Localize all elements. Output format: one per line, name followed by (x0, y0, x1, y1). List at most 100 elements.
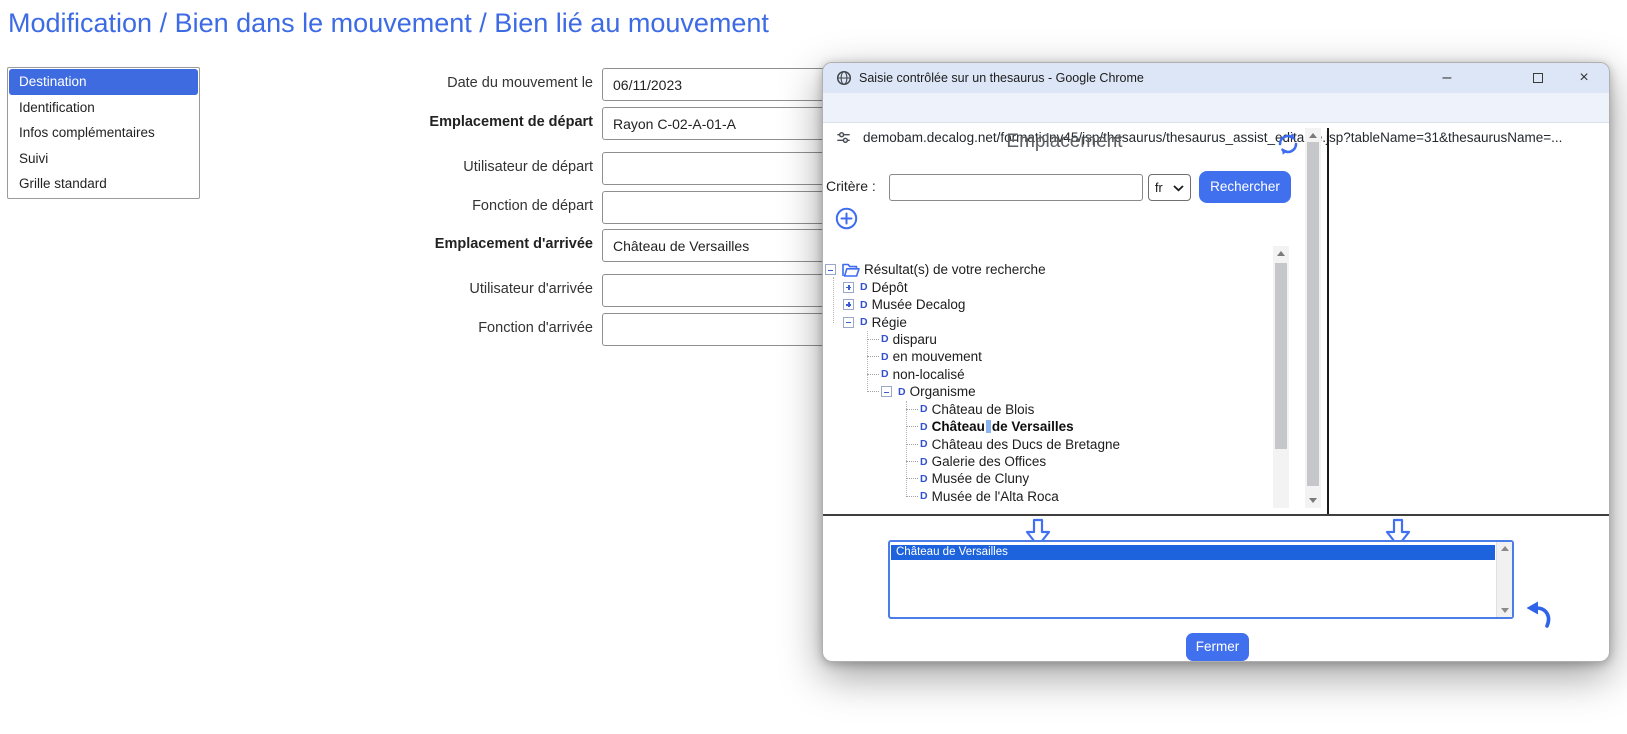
language-value: fr (1155, 181, 1163, 195)
tree-node-galerie-des-offices[interactable]: D Galerie des Offices (823, 453, 1271, 470)
field-label-fonction-d-arrivee: Fonction d'arrivée (330, 320, 593, 336)
tree-toggle-minus-icon[interactable] (825, 264, 836, 275)
tree-node-label: Galerie des Offices (932, 454, 1047, 469)
descriptor-d-icon: D (881, 333, 889, 345)
tree-node-resultat-s-de-votre-recherche[interactable]: Résultat(s) de votre recherche (823, 261, 1271, 278)
tree-node-label: Musée de Cluny (932, 471, 1030, 486)
tree-node-label: Musée Decalog (872, 297, 966, 312)
tree-node-label: Château de Blois (932, 402, 1035, 417)
descriptor-d-icon: D (920, 438, 928, 450)
tree-node-musee-de-cluny[interactable]: DMusée de Cluny (823, 470, 1271, 487)
search-button[interactable]: Rechercher (1199, 171, 1291, 203)
descriptor-d-icon: D (860, 281, 868, 293)
listbox-scrollbar[interactable] (1496, 542, 1512, 617)
tree-connector (867, 374, 879, 375)
window-titlebar[interactable]: Saisie contrôlée sur un thesaurus - Goog… (823, 63, 1609, 93)
tree-node-label: Château des Ducs de Bretagne (932, 437, 1120, 452)
maximize-icon (1533, 73, 1543, 83)
descriptor-d-icon: D (860, 299, 868, 311)
tree-connector (906, 426, 918, 427)
tree-connector (867, 339, 879, 340)
tree-node-label: non-localisé (893, 367, 965, 382)
field-label-date-du-mouvement-le: Date du mouvement le (330, 75, 593, 91)
sidebar-item-suivi[interactable]: Suivi (9, 146, 198, 172)
tree-scrollbar-thumb[interactable] (1275, 263, 1287, 449)
sidebar-section-list: DestinationIdentificationInfos complémen… (7, 67, 200, 199)
scroll-up-icon[interactable] (1309, 133, 1317, 138)
tree-connector (906, 478, 918, 479)
field-label-utilisateur-de-depart: Utilisateur de départ (330, 159, 593, 175)
tree-node-musee-de-l-alta-roca[interactable]: D Musée de l'Alta Roca (823, 488, 1271, 505)
frame-scrollbar-thumb[interactable] (1307, 142, 1319, 486)
frame-scrollbar[interactable] (1305, 128, 1321, 508)
tree-node-non-localise[interactable]: Dnon-localisé (823, 366, 1271, 383)
tree-connector (906, 496, 918, 497)
tree-node-label: Résultat(s) de votre recherche (864, 262, 1046, 277)
tree-node-label: en mouvement (893, 349, 982, 364)
descriptor-d-icon: D (920, 490, 928, 502)
field-label-utilisateur-d-arrivee: Utilisateur d'arrivée (330, 281, 593, 297)
descriptor-d-icon: D (860, 316, 868, 328)
tree-node-organisme[interactable]: DOrganisme (823, 383, 1271, 400)
undo-selection-button[interactable] (1522, 599, 1552, 634)
fermer-button[interactable]: Fermer (1186, 633, 1249, 661)
descriptor-d-icon: D (881, 368, 889, 380)
chevron-down-icon (1173, 181, 1184, 195)
scroll-down-icon[interactable] (1501, 608, 1509, 613)
tree-connector (906, 409, 918, 410)
sidebar-item-infos-complementaires[interactable]: Infos complémentaires (9, 120, 198, 146)
tree-toggle-plus-icon[interactable] (843, 299, 854, 310)
language-select[interactable]: fr (1148, 174, 1191, 201)
thesaurus-tree: Résultat(s) de votre rechercheDDépôtDMus… (823, 261, 1271, 508)
result-item-chateau-de-versailles[interactable]: Château de Versailles (891, 545, 1495, 560)
tree-connector (906, 461, 918, 462)
thesaurus-heading: Emplacement (823, 131, 1306, 153)
scroll-down-icon[interactable] (1309, 498, 1317, 503)
tree-node-chateau-des-ducs-de-bretagne[interactable]: D Château des Ducs de Bretagne (823, 435, 1271, 452)
sidebar-item-destination[interactable]: Destination (9, 69, 198, 95)
tree-toggle-minus-icon[interactable] (881, 386, 892, 397)
sidebar-item-grille-standard[interactable]: Grille standard (9, 171, 198, 197)
tree-node-musee-decalog[interactable]: D Musée Decalog (823, 296, 1271, 313)
scroll-up-icon[interactable] (1277, 251, 1285, 256)
field-label-fonction-de-depart: Fonction de départ (330, 198, 593, 214)
tree-toggle-plus-icon[interactable] (843, 282, 854, 293)
tree-connector (867, 391, 879, 392)
descriptor-d-icon: D (920, 456, 928, 468)
window-title: Saisie contrôlée sur un thesaurus - Goog… (859, 63, 1144, 93)
address-bar[interactable]: demobam.decalog.net/formationv45/jsp/the… (823, 93, 1609, 123)
tree-scrollbar[interactable] (1273, 246, 1289, 508)
frame-bottom-border (823, 514, 1610, 516)
tree-node-depot[interactable]: DDépôt (823, 278, 1271, 295)
folder-icon (842, 263, 860, 277)
page-title: Modification / Bien dans le mouvement / … (8, 8, 769, 39)
add-criterion-button[interactable] (835, 207, 858, 235)
tree-node-label: Châteaude Versailles (932, 419, 1074, 434)
tree-node-label: Musée de l'Alta Roca (932, 489, 1059, 504)
close-window-button[interactable]: × (1567, 63, 1601, 93)
tree-node-chateau-de-versailles[interactable]: D Châteaude Versailles (823, 418, 1271, 435)
globe-favicon-icon (836, 70, 852, 91)
tree-connector (867, 356, 879, 357)
descriptor-d-icon: D (920, 403, 928, 415)
scroll-up-icon[interactable] (1501, 546, 1509, 551)
refresh-button[interactable] (1276, 132, 1300, 161)
tree-toggle-minus-icon[interactable] (843, 317, 854, 328)
criteria-label: Critère : (826, 178, 876, 194)
result-listbox-items: Château de Versailles (891, 545, 1495, 560)
result-listbox[interactable]: Château de Versailles (888, 540, 1514, 619)
maximize-button[interactable] (1521, 63, 1555, 93)
tree-connector (906, 444, 918, 445)
criteria-search-input[interactable] (889, 174, 1143, 201)
tree-node-regie[interactable]: DRégie (823, 313, 1271, 330)
descriptor-d-icon: D (920, 421, 928, 433)
minimize-button[interactable]: – (1430, 63, 1464, 93)
pane-divider (1327, 128, 1329, 514)
sidebar-item-identification[interactable]: Identification (9, 95, 198, 121)
tree-node-en-mouvement[interactable]: Den mouvement (823, 348, 1271, 365)
descriptor-d-icon: D (881, 351, 889, 363)
tree-node-chateau-de-blois[interactable]: D Château de Blois (823, 401, 1271, 418)
field-label-emplacement-de-depart: Emplacement de départ (330, 114, 593, 130)
text-caret-highlight (986, 420, 991, 433)
tree-node-disparu[interactable]: Ddisparu (823, 331, 1271, 348)
